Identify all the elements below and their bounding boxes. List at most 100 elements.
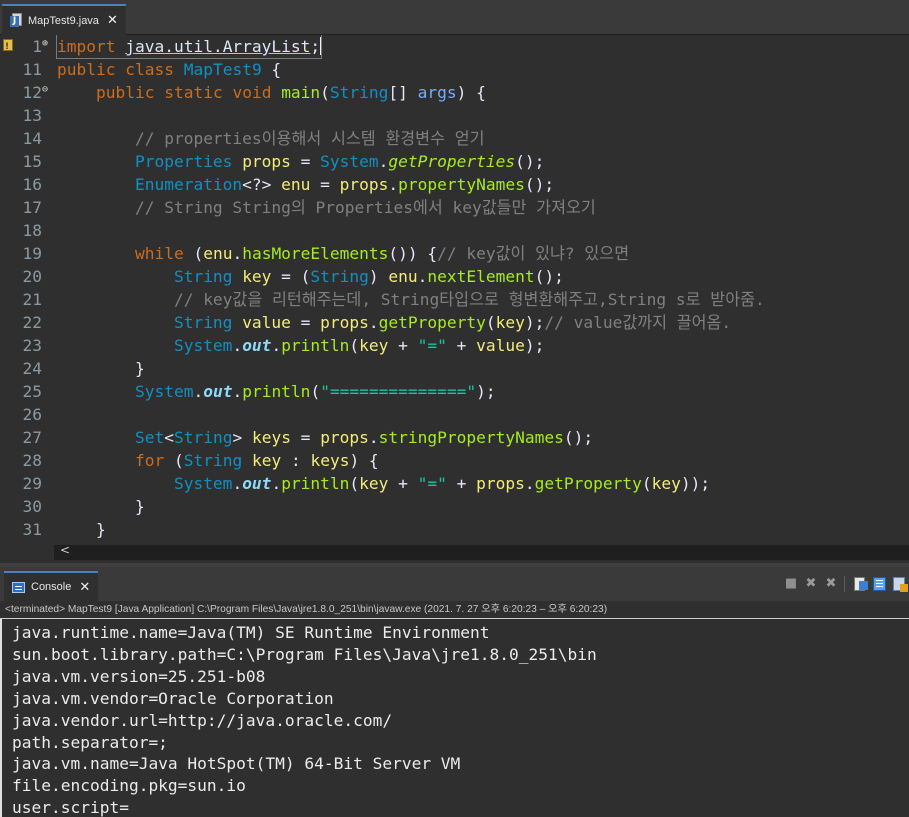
- expand-fold-icon[interactable]: ⊕: [42, 35, 54, 53]
- console-output[interactable]: java.runtime.name=Java(TM) SE Runtime En…: [0, 619, 909, 817]
- code-line[interactable]: 21 // key값을 리턴해주는데, String타입으로 형변환해주고,St…: [0, 288, 909, 311]
- code-token: .: [368, 313, 379, 332]
- code-token: ));: [680, 474, 711, 493]
- code-text: // properties이용해서 시스템 환경변수 얻기: [57, 127, 485, 150]
- code-text: // key값을 리턴해주는데, String타입으로 형변환해주고,Strin…: [57, 288, 765, 311]
- code-token: ;: [310, 37, 321, 56]
- code-line[interactable]: 29 System.out.println(key + "=" + props.…: [0, 472, 909, 495]
- code-token: .: [232, 244, 243, 263]
- code-line[interactable]: 22 String value = props.getProperty(key)…: [0, 311, 909, 334]
- line-number: 12: [22, 83, 43, 102]
- console-output-line: java.vm.vendor=Oracle Corporation: [12, 688, 334, 708]
- code-text: // String String의 Properties에서 key값들만 가져…: [57, 196, 596, 219]
- line-number: 26: [22, 405, 43, 424]
- code-token: (: [320, 83, 330, 102]
- line-number: 31: [22, 520, 43, 539]
- code-token: .: [417, 267, 428, 286]
- code-text: System.out.println(key + "=" + props.get…: [57, 472, 710, 495]
- code-token: getProperty: [378, 313, 486, 332]
- code-token: Enumeration: [134, 175, 243, 194]
- code-token: (: [183, 244, 204, 263]
- terminate-icon[interactable]: ■: [782, 575, 800, 593]
- code-line[interactable]: 14 // properties이용해서 시스템 환경변수 얻기: [0, 127, 909, 150]
- code-line[interactable]: 20 String key = (String) enu.nextElement…: [0, 265, 909, 288]
- code-token: (: [349, 336, 360, 355]
- remove-launch-icon[interactable]: ✖: [802, 575, 820, 593]
- code-line[interactable]: 24 }: [0, 357, 909, 380]
- console-tab[interactable]: Console ✕: [4, 571, 99, 601]
- code-token: hasMoreElements: [242, 244, 389, 263]
- console-output-line: user.script=: [12, 798, 129, 817]
- code-line[interactable]: 28 for (String key : keys) {: [0, 449, 909, 472]
- code-line[interactable]: 17 // String String의 Properties에서 key값들만…: [0, 196, 909, 219]
- line-number: 21: [22, 290, 43, 309]
- code-token: main: [281, 83, 321, 102]
- code-line[interactable]: 23 System.out.println(key + "=" + value)…: [0, 334, 909, 357]
- code-token: (: [641, 474, 652, 493]
- code-token: for: [134, 451, 165, 470]
- code-line[interactable]: 15 Properties props = System.getProperti…: [0, 150, 909, 173]
- scroll-lock-icon[interactable]: [851, 575, 869, 593]
- line-number: 25: [22, 382, 43, 401]
- code-text: }: [57, 518, 106, 541]
- code-token: .: [271, 336, 282, 355]
- console-icon: [12, 581, 25, 593]
- close-icon[interactable]: ✕: [107, 13, 118, 28]
- code-token: String: [173, 267, 233, 286]
- code-token: (: [485, 313, 496, 332]
- scrollbar-thumb[interactable]: [74, 548, 904, 557]
- code-line[interactable]: 31 }: [0, 518, 909, 541]
- line-number: 18: [22, 221, 43, 240]
- code-token: props: [320, 428, 369, 447]
- editor-tab-maptest9[interactable]: J MapTest9.java ✕: [2, 4, 126, 35]
- code-token: println: [281, 336, 350, 355]
- code-token: key: [359, 474, 389, 493]
- code-line[interactable]: 30 }: [0, 495, 909, 518]
- code-token: .: [378, 152, 389, 171]
- code-line[interactable]: 12 ⊖ public static void main(String[] arg…: [0, 81, 909, 104]
- display-selected-console-icon[interactable]: [891, 575, 909, 593]
- code-token: ) {: [349, 451, 379, 470]
- word-wrap-icon[interactable]: [871, 575, 889, 593]
- code-line[interactable]: 26: [0, 403, 909, 426]
- code-token: String: [329, 83, 389, 102]
- code-token: +: [388, 336, 418, 355]
- collapse-fold-icon[interactable]: ⊖: [42, 81, 54, 99]
- code-token: println: [281, 474, 350, 493]
- code-token: key: [651, 474, 681, 493]
- scroll-left-icon[interactable]: <: [60, 543, 70, 557]
- code-token: nextElement: [427, 267, 535, 286]
- horizontal-scrollbar[interactable]: <: [54, 543, 909, 560]
- line-number: 24: [22, 359, 43, 378]
- code-line[interactable]: 13: [0, 104, 909, 127]
- close-icon[interactable]: ✕: [79, 580, 90, 595]
- code-line[interactable]: 19 while (enu.hasMoreElements()) {// key…: [0, 242, 909, 265]
- console-output-line: file.encoding.pkg=sun.io: [12, 776, 246, 796]
- code-editor[interactable]: ! 1 ⊕ import java.util.ArrayList; 11 public …: [0, 35, 909, 563]
- code-token: keys: [310, 451, 350, 470]
- code-token: public: [57, 60, 116, 79]
- code-line[interactable]: 27 Set<String> keys = props.stringProper…: [0, 426, 909, 449]
- code-line[interactable]: 18: [0, 219, 909, 242]
- console-output-line: path.separator=;: [12, 732, 168, 752]
- code-token: }: [57, 520, 106, 539]
- console-output-line: java.vm.version=25.251-b08: [12, 666, 266, 686]
- code-line[interactable]: 16 Enumeration<?> enu = props.propertyNa…: [0, 173, 909, 196]
- code-line[interactable]: 1 ⊕ import java.util.ArrayList;: [0, 35, 909, 59]
- remove-all-terminated-icon[interactable]: ✖: [822, 575, 840, 593]
- console-output-line: java.vm.name=Java HotSpot(TM) 64-Bit Ser…: [12, 754, 461, 774]
- code-token: <?>: [242, 175, 282, 194]
- code-token: key: [251, 451, 282, 470]
- code-line[interactable]: 25 System.out.println("==============");: [0, 380, 909, 403]
- code-token: .: [232, 382, 243, 401]
- code-text: public class MapTest9 {: [57, 58, 281, 81]
- code-token: :: [281, 451, 311, 470]
- code-line[interactable]: 11 public class MapTest9 {: [0, 58, 909, 81]
- line-number: 13: [22, 106, 43, 125]
- line-number: 28: [22, 451, 43, 470]
